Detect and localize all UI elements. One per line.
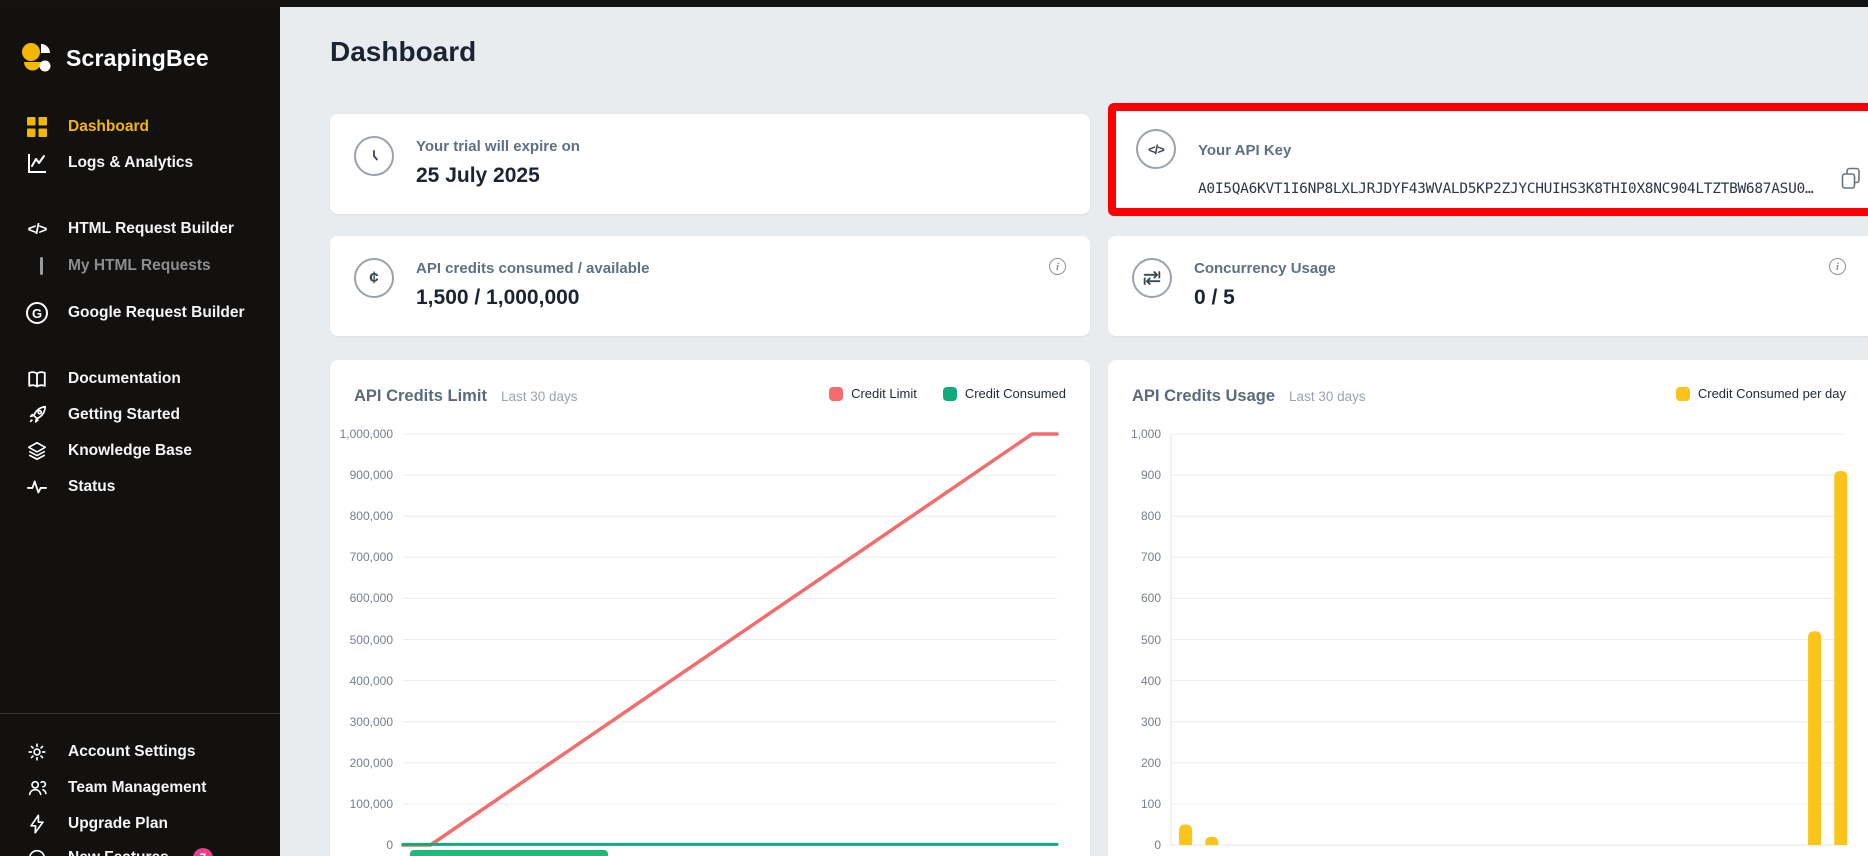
y-axis-tick-label: 600 [1116, 591, 1161, 605]
top-browser-strip [0, 0, 1868, 7]
code-circle-icon: </> [1136, 129, 1176, 169]
trial-expiry-date: 25 July 2025 [416, 164, 580, 188]
api-credits-label: API credits consumed / available [416, 258, 649, 277]
copy-icon[interactable] [1840, 167, 1862, 191]
circle-outline-icon [24, 845, 50, 856]
y-axis-tick-label: 100,000 [338, 797, 393, 811]
api-key-card: </> Your API Key A0I5QA6KVT1I6NP8LXLJRJD… [1116, 111, 1868, 208]
sidebar-item-google-request-builder[interactable]: G Google Request Builder [24, 298, 245, 328]
clock-icon [354, 136, 394, 176]
cent-icon: ¢ [354, 258, 394, 298]
page-title: Dashboard [330, 36, 476, 68]
sidebar-item-getting-started[interactable]: Getting Started [24, 400, 180, 430]
gear-icon [24, 739, 50, 765]
sidebar-item-label: My HTML Requests [68, 257, 211, 275]
sidebar-item-label: Upgrade Plan [68, 815, 168, 833]
lightning-icon [24, 811, 50, 837]
analytics-chart-icon [24, 150, 50, 176]
line-chart-plot-area: 1,000,000 900,000 800,000 700,000 600,000 500… [330, 360, 1090, 856]
api-key-annotation-highlight: </> Your API Key A0I5QA6KVT1I6NP8LXLJRJD… [1108, 103, 1868, 216]
y-axis-tick-label: 300,000 [338, 715, 393, 729]
bar-chart-plot-area: 1,000 900 800 700 600 500 400 300 200 100 0 [1108, 360, 1868, 856]
y-axis-tick-label: 500 [1116, 633, 1161, 647]
vertical-bar-icon [24, 253, 50, 279]
api-credits-value: 1,500 / 1,000,000 [416, 286, 649, 310]
activity-pulse-icon [24, 474, 50, 500]
sidebar-item-status[interactable]: Status [24, 472, 115, 502]
new-features-count-badge: 7 [193, 848, 213, 856]
scrapingbee-dashboard-screen: ScrapingBee Dashboard Logs & Analytics <… [0, 0, 1868, 856]
api-key-label: Your API Key [1198, 140, 1291, 159]
sidebar-item-knowledge-base[interactable]: Knowledge Base [24, 436, 192, 466]
sidebar-item-documentation[interactable]: Documentation [24, 364, 181, 394]
trial-expiry-label: Your trial will expire on [416, 136, 580, 155]
sidebar-item-label: HTML Request Builder [68, 220, 234, 238]
sidebar-item-label: Knowledge Base [68, 442, 192, 460]
trial-expiry-card: Your trial will expire on 25 July 2025 [330, 114, 1090, 214]
brand[interactable]: ScrapingBee [20, 42, 209, 74]
scrapingbee-logo-icon [20, 42, 52, 74]
y-axis-tick-label: 900,000 [338, 468, 393, 482]
sidebar-item-team-management[interactable]: Team Management [24, 773, 206, 803]
info-icon[interactable]: i [1829, 258, 1846, 275]
y-axis-tick-label: 900 [1116, 468, 1161, 482]
code-icon: </> [24, 216, 50, 242]
sidebar-item-label: Google Request Builder [68, 304, 245, 322]
api-key-value: A0I5QA6KVT1I6NP8LXLJRJDYF43WVALD5KP2ZJYC… [1198, 181, 1864, 197]
sidebar-item-account-settings[interactable]: Account Settings [24, 737, 195, 767]
sidebar-item-html-request-builder[interactable]: </> HTML Request Builder [24, 214, 234, 244]
y-axis-tick-label: 400,000 [338, 674, 393, 688]
y-axis-tick-label: 500,000 [338, 633, 393, 647]
y-axis-tick-label: 800 [1116, 509, 1161, 523]
api-credits-limit-chart-card: API Credits Limit Last 30 days Credit Li… [330, 360, 1090, 856]
api-credits-usage-chart-card: API Credits Usage Last 30 days Credit Co… [1108, 360, 1868, 856]
book-icon [24, 366, 50, 392]
sidebar-item-upgrade-plan[interactable]: Upgrade Plan [24, 809, 168, 839]
y-axis-tick-label: 700 [1116, 550, 1161, 564]
y-axis-tick-label: 0 [338, 838, 393, 852]
sidebar: ScrapingBee Dashboard Logs & Analytics <… [0, 0, 280, 856]
y-axis-tick-label: 200 [1116, 756, 1161, 770]
y-axis-tick-label: 1,000,000 [338, 427, 393, 441]
concurrency-arrows-icon [1132, 258, 1172, 298]
sidebar-item-new-features[interactable]: New Features 7 [24, 843, 213, 856]
y-axis-tick-label: 100 [1116, 797, 1161, 811]
y-axis-tick-label: 0 [1116, 838, 1161, 852]
layers-icon [24, 438, 50, 464]
sidebar-item-label: Logs & Analytics [68, 154, 193, 172]
concurrency-value: 0 / 5 [1194, 286, 1336, 310]
y-axis-tick-label: 400 [1116, 674, 1161, 688]
sidebar-item-my-html-requests[interactable]: My HTML Requests [24, 251, 211, 281]
y-axis-tick-label: 300 [1116, 715, 1161, 729]
concurrency-label: Concurrency Usage [1194, 258, 1336, 277]
rocket-icon [24, 402, 50, 428]
y-axis-tick-label: 600,000 [338, 591, 393, 605]
brand-name: ScrapingBee [66, 45, 209, 72]
team-people-icon [24, 775, 50, 801]
sidebar-item-label: Status [68, 478, 115, 496]
sidebar-item-logs-analytics[interactable]: Logs & Analytics [24, 148, 193, 178]
sidebar-item-label: Getting Started [68, 406, 180, 424]
concurrency-card: Concurrency Usage 0 / 5 i [1108, 236, 1868, 336]
sidebar-item-label: Documentation [68, 370, 181, 388]
sidebar-divider [0, 713, 280, 714]
sidebar-item-label: New Features [68, 849, 169, 856]
grid-icon [24, 114, 50, 140]
y-axis-tick-label: 700,000 [338, 550, 393, 564]
sidebar-item-label: Team Management [68, 779, 206, 797]
sidebar-item-label: Account Settings [68, 743, 195, 761]
google-circle-icon: G [24, 300, 50, 326]
chart-zoom-slider[interactable] [410, 850, 608, 856]
y-axis-tick-label: 200,000 [338, 756, 393, 770]
sidebar-item-dashboard[interactable]: Dashboard [24, 112, 149, 142]
y-axis-tick-label: 800,000 [338, 509, 393, 523]
y-axis-tick-label: 1,000 [1116, 427, 1161, 441]
info-icon[interactable]: i [1049, 258, 1066, 275]
sidebar-item-label: Dashboard [68, 118, 149, 136]
api-credits-card: ¢ API credits consumed / available 1,500… [330, 236, 1090, 336]
